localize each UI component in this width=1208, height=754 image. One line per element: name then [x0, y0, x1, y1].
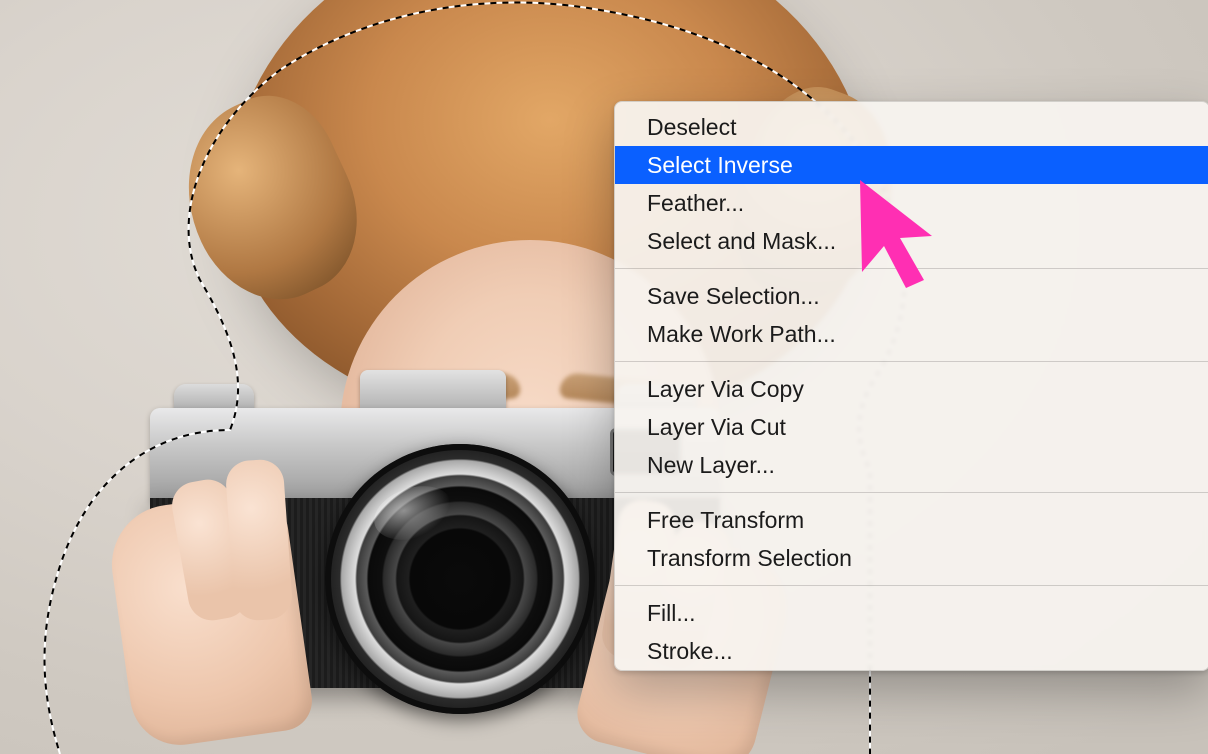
menu-item-layer-via-cut[interactable]: Layer Via Cut — [615, 408, 1208, 446]
menu-item-deselect[interactable]: Deselect — [615, 108, 1208, 146]
menu-item-layer-via-copy[interactable]: Layer Via Copy — [615, 370, 1208, 408]
menu-separator — [615, 268, 1208, 269]
menu-item-fill[interactable]: Fill... — [615, 594, 1208, 632]
menu-item-save-selection[interactable]: Save Selection... — [615, 277, 1208, 315]
menu-item-select-and-mask[interactable]: Select and Mask... — [615, 222, 1208, 260]
menu-item-new-layer[interactable]: New Layer... — [615, 446, 1208, 484]
menu-separator — [615, 492, 1208, 493]
menu-item-select-inverse[interactable]: Select Inverse — [615, 146, 1208, 184]
menu-item-feather[interactable]: Feather... — [615, 184, 1208, 222]
context-menu[interactable]: DeselectSelect InverseFeather...Select a… — [614, 101, 1208, 671]
menu-separator — [615, 585, 1208, 586]
menu-item-make-work-path[interactable]: Make Work Path... — [615, 315, 1208, 353]
menu-separator — [615, 361, 1208, 362]
menu-item-stroke[interactable]: Stroke... — [615, 632, 1208, 670]
photo-canvas[interactable]: DeselectSelect InverseFeather...Select a… — [0, 0, 1208, 754]
camera-lens — [325, 444, 595, 714]
menu-item-transform-selection[interactable]: Transform Selection — [615, 539, 1208, 577]
menu-item-free-transform[interactable]: Free Transform — [615, 501, 1208, 539]
subject-finger — [224, 458, 293, 622]
